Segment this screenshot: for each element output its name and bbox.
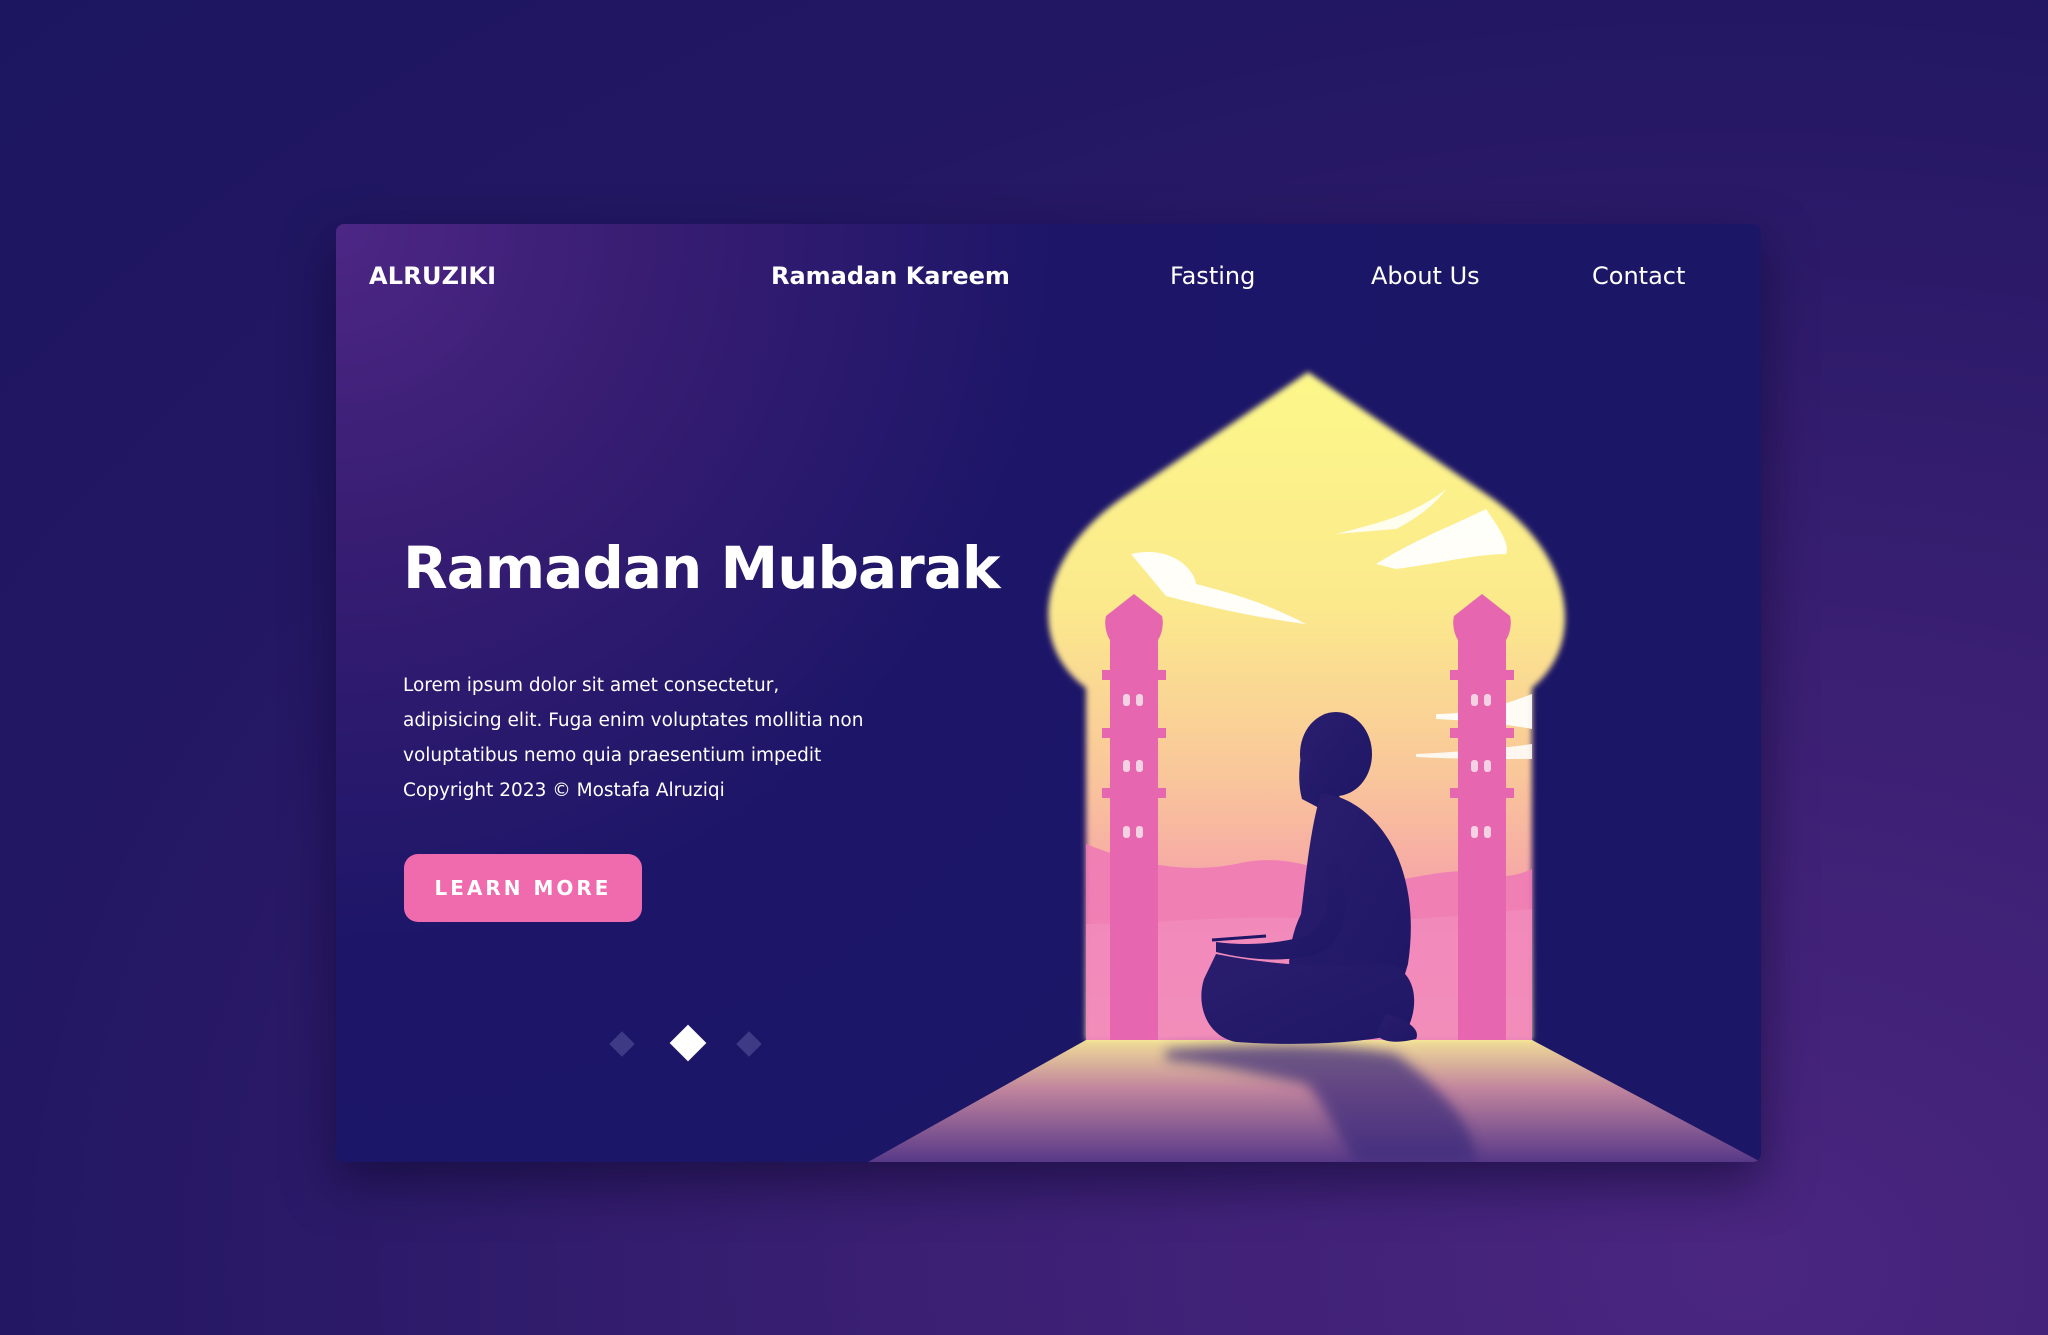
- slider-pagination: [606, 1024, 776, 1064]
- nav-link-about-us[interactable]: About Us: [1371, 262, 1480, 290]
- copyright-text: Copyright 2023 © Mostafa Alruziqi: [403, 780, 725, 801]
- nav-link-contact[interactable]: Contact: [1592, 262, 1685, 290]
- brand-logo[interactable]: ALRUZIKI: [369, 262, 496, 290]
- hero-paragraph-line: Lorem ipsum dolor sit amet consectetur,: [403, 675, 780, 696]
- slide-dot-3[interactable]: [736, 1031, 762, 1057]
- slide-dot-1[interactable]: [609, 1031, 635, 1057]
- hero-card: ALRUZIKI Ramadan Kareem Fasting About Us…: [336, 224, 1761, 1162]
- hero-title: Ramadan Mubarak: [403, 534, 1000, 602]
- left-minaret-shape: [1102, 594, 1166, 1040]
- hero-paragraph-line: voluptatibus nemo quia praesentium imped…: [403, 745, 822, 766]
- hero-paragraph: Lorem ipsum dolor sit amet consectetur, …: [403, 668, 873, 808]
- nav-link-ramadan-kareem[interactable]: Ramadan Kareem: [771, 262, 1010, 290]
- hero-paragraph-line: adipisicing elit. Fuga enim voluptates m…: [403, 710, 864, 731]
- right-minaret-shape: [1450, 594, 1514, 1040]
- slide-dot-2-active[interactable]: [669, 1024, 707, 1062]
- nav-link-fasting[interactable]: Fasting: [1170, 262, 1255, 290]
- learn-more-button[interactable]: LEARN MORE: [404, 854, 642, 922]
